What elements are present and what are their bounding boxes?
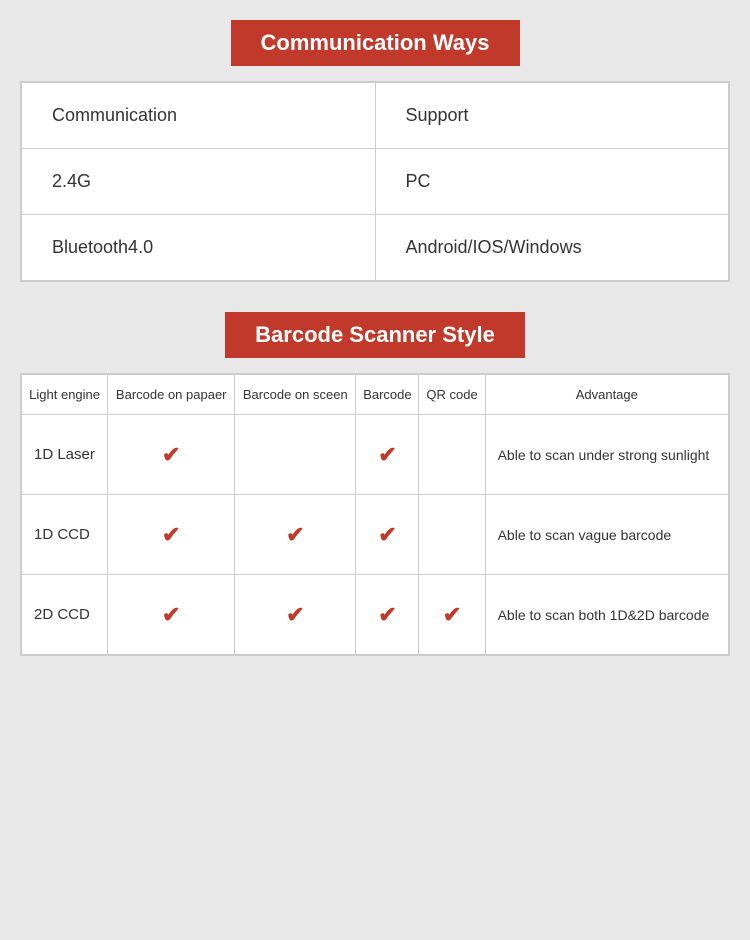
comm-row1-col1: 2.4G	[22, 149, 376, 215]
checkmark-icon: ✔	[378, 522, 396, 547]
barcode-table-container: Light engine Barcode on papaer Barcode o…	[20, 373, 730, 656]
table-row: 2D CCD ✔ ✔ ✔ ✔ Able to scan both 1D&2D b…	[22, 575, 729, 655]
checkmark-icon: ✔	[162, 522, 180, 547]
barcode-title: Barcode Scanner Style	[225, 312, 525, 358]
checkmark-icon: ✔	[443, 602, 461, 627]
col-header-barcode-screen: Barcode on sceen	[235, 375, 356, 415]
communication-title: Communication Ways	[231, 20, 520, 66]
col-header-barcode: Barcode	[356, 375, 419, 415]
row-label-2d-ccd: 2D CCD	[22, 575, 108, 655]
comm-header-2: Support	[375, 83, 729, 149]
check-1dlaser-paper: ✔	[108, 415, 235, 495]
checkmark-icon: ✔	[162, 602, 180, 627]
check-1dlaser-screen	[235, 415, 356, 495]
check-1dccd-qr	[419, 495, 485, 575]
advantage-1dlaser: Able to scan under strong sunlight	[485, 415, 728, 495]
comm-header-1: Communication	[22, 83, 376, 149]
checkmark-icon: ✔	[162, 442, 180, 467]
communication-table: Communication Support 2.4G PC Bluetooth4…	[21, 82, 729, 281]
check-1dlaser-qr	[419, 415, 485, 495]
barcode-title-wrapper: Barcode Scanner Style	[20, 312, 730, 358]
table-row: 1D CCD ✔ ✔ ✔ Able to scan vague barcode	[22, 495, 729, 575]
col-header-qr: QR code	[419, 375, 485, 415]
comm-row1-col2: PC	[375, 149, 729, 215]
checkmark-icon: ✔	[286, 522, 304, 547]
checkmark-icon: ✔	[286, 602, 304, 627]
comm-row2-col1: Bluetooth4.0	[22, 215, 376, 281]
check-1dccd-screen: ✔	[235, 495, 356, 575]
check-2dccd-screen: ✔	[235, 575, 356, 655]
table-row: Communication Support	[22, 83, 729, 149]
table-row: 2.4G PC	[22, 149, 729, 215]
row-label-1d-ccd: 1D CCD	[22, 495, 108, 575]
check-2dccd-barcode: ✔	[356, 575, 419, 655]
table-row: 1D Laser ✔ ✔ Able to scan under strong s…	[22, 415, 729, 495]
communication-section: Communication Ways Communication Support…	[20, 20, 730, 282]
col-header-advantage: Advantage	[485, 375, 728, 415]
check-1dlaser-barcode: ✔	[356, 415, 419, 495]
comm-row2-col2: Android/IOS/Windows	[375, 215, 729, 281]
check-2dccd-qr: ✔	[419, 575, 485, 655]
checkmark-icon: ✔	[378, 442, 396, 467]
checkmark-icon: ✔	[378, 602, 396, 627]
col-header-engine: Light engine	[22, 375, 108, 415]
col-header-barcode-paper: Barcode on papaer	[108, 375, 235, 415]
barcode-section: Barcode Scanner Style Light engine Barco…	[20, 312, 730, 656]
check-1dccd-barcode: ✔	[356, 495, 419, 575]
row-label-1d-laser: 1D Laser	[22, 415, 108, 495]
check-2dccd-paper: ✔	[108, 575, 235, 655]
table-row: Bluetooth4.0 Android/IOS/Windows	[22, 215, 729, 281]
barcode-scanner-table: Light engine Barcode on papaer Barcode o…	[21, 374, 729, 655]
communication-title-wrapper: Communication Ways	[20, 20, 730, 66]
table-header-row: Light engine Barcode on papaer Barcode o…	[22, 375, 729, 415]
advantage-1dccd: Able to scan vague barcode	[485, 495, 728, 575]
advantage-2dccd: Able to scan both 1D&2D barcode	[485, 575, 728, 655]
check-1dccd-paper: ✔	[108, 495, 235, 575]
communication-table-container: Communication Support 2.4G PC Bluetooth4…	[20, 81, 730, 282]
